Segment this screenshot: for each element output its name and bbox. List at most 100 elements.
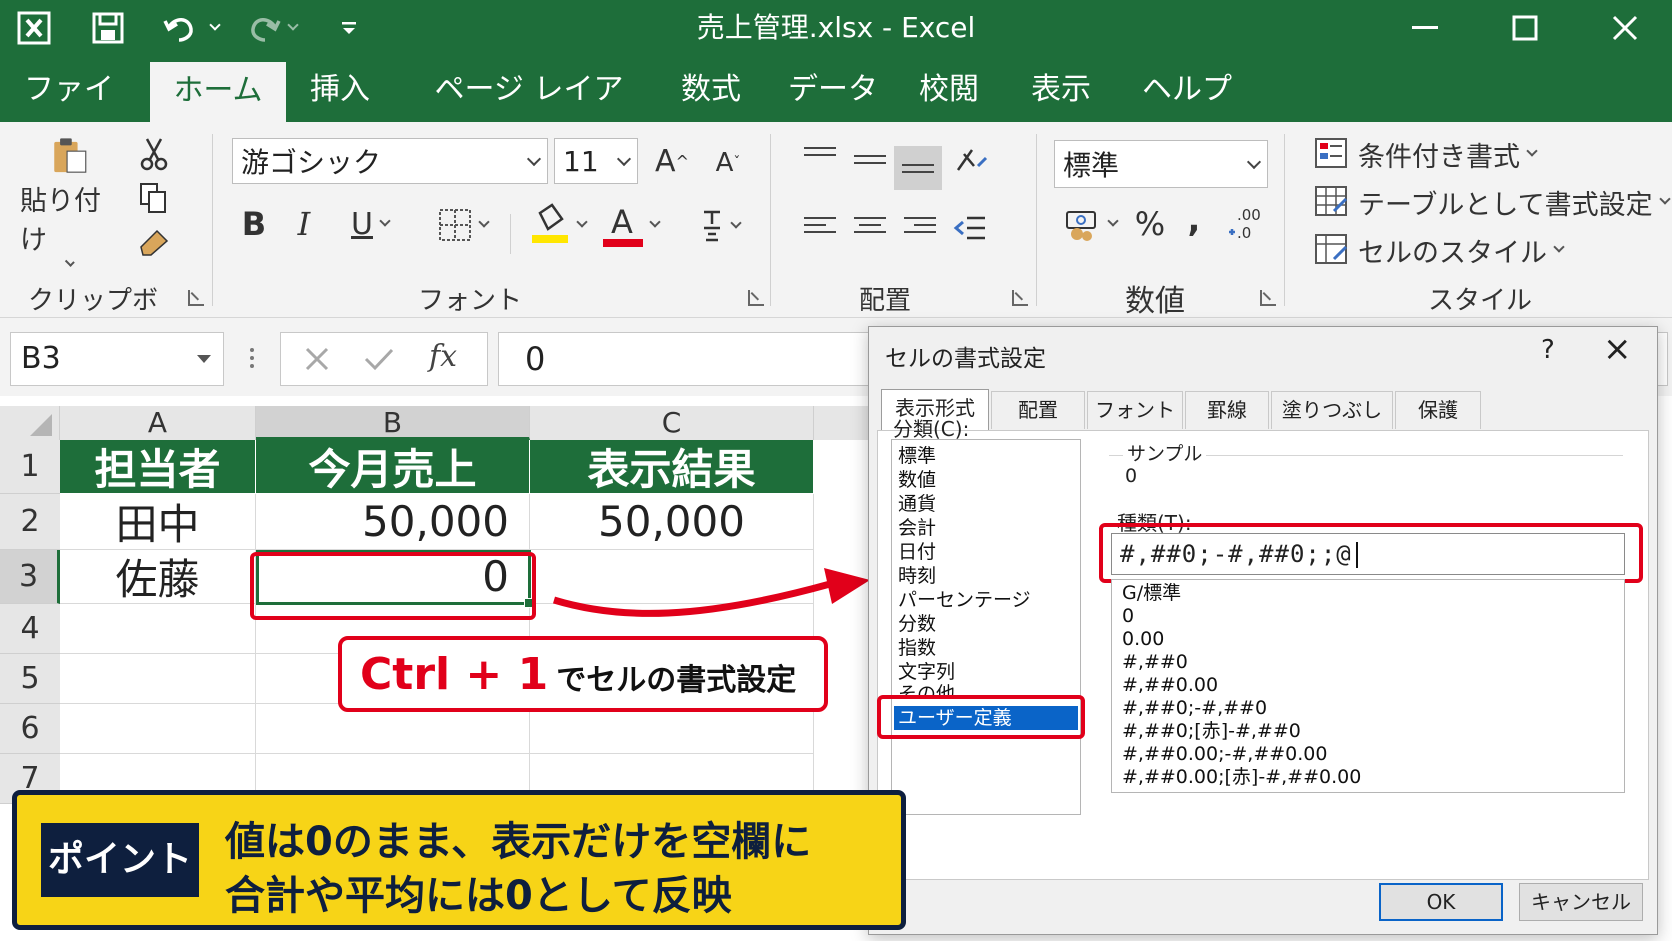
bold-button[interactable]: B <box>236 202 272 246</box>
close-window-button[interactable] <box>1598 6 1652 50</box>
align-left-button[interactable] <box>800 208 840 248</box>
align-center-button[interactable] <box>850 208 890 248</box>
cell-b2[interactable]: 50,000 <box>256 494 530 550</box>
paste-button[interactable]: 貼り付け <box>20 136 120 267</box>
underline-button[interactable]: U <box>340 202 400 246</box>
row-header-6[interactable]: 6 <box>0 704 60 754</box>
italic-button[interactable]: I <box>286 202 322 246</box>
percent-style-button[interactable]: % <box>1130 202 1170 246</box>
number-format-combo[interactable]: 標準 <box>1054 140 1268 188</box>
category-item[interactable]: 時刻 <box>898 564 936 588</box>
tab-review[interactable]: 校閲 <box>916 58 982 122</box>
category-item[interactable]: 数値 <box>898 468 936 492</box>
fill-color-button[interactable] <box>524 200 592 250</box>
format-item[interactable]: #,##0.00;[赤]-#,##0.00 <box>1122 766 1361 789</box>
category-item[interactable]: パーセンテージ <box>898 588 1031 612</box>
tab-help[interactable]: ヘルプ <box>1140 58 1234 122</box>
cell-a5[interactable] <box>60 654 256 704</box>
accounting-format-button[interactable] <box>1058 202 1124 246</box>
minimize-button[interactable] <box>1398 6 1452 50</box>
format-item[interactable]: G/標準 <box>1122 582 1181 605</box>
cell-c2[interactable]: 50,000 <box>530 494 814 550</box>
category-item[interactable]: 日付 <box>898 540 936 564</box>
clipboard-launcher-icon[interactable] <box>188 290 204 306</box>
font-name-combo[interactable]: 游ゴシック <box>232 138 548 184</box>
category-list[interactable]: 標準 数値 通貨 会計 日付 時刻 パーセンテージ 分数 指数 文字列 その他 … <box>891 439 1081 815</box>
tab-alignment[interactable]: 配置 <box>991 391 1085 429</box>
decrease-indent-button[interactable] <box>950 208 990 248</box>
category-item[interactable]: 指数 <box>898 636 936 660</box>
align-middle-button[interactable] <box>850 142 890 182</box>
dialog-close-button[interactable]: × <box>1603 329 1632 369</box>
category-item[interactable]: 会計 <box>898 516 936 540</box>
format-item[interactable]: #,##0;[赤]-#,##0 <box>1122 720 1301 743</box>
row-header-3[interactable]: 3 <box>0 550 60 604</box>
cut-icon[interactable] <box>134 134 174 174</box>
row-header-5[interactable]: 5 <box>0 654 60 704</box>
align-right-button[interactable] <box>900 208 940 248</box>
select-all-corner[interactable] <box>0 406 60 440</box>
cell-a6[interactable] <box>60 704 256 754</box>
tab-file[interactable]: ファイル <box>14 58 124 171</box>
row-header-4[interactable]: 4 <box>0 604 60 654</box>
confirm-entry-icon[interactable] <box>363 345 395 377</box>
grow-font-button[interactable]: A ^ <box>652 140 692 182</box>
cell-styles-button[interactable]: セルのスタイル <box>1314 230 1565 270</box>
tab-formulas[interactable]: 数式 <box>674 58 748 122</box>
comma-style-button[interactable]: , <box>1178 198 1210 242</box>
text-orientation-button[interactable] <box>950 140 994 180</box>
tab-insert[interactable]: 挿入 <box>300 58 380 122</box>
cancel-button[interactable]: キャンセル <box>1519 883 1643 921</box>
align-bottom-button[interactable] <box>894 146 942 190</box>
phonetic-guide-button[interactable] <box>690 204 750 248</box>
maximize-button[interactable] <box>1498 6 1552 50</box>
tab-protection[interactable]: 保護 <box>1395 391 1481 429</box>
column-header-b[interactable]: B <box>256 406 530 440</box>
format-painter-icon[interactable] <box>134 222 174 262</box>
format-item[interactable]: #,##0;-#,##0 <box>1122 697 1267 720</box>
tab-font[interactable]: フォント <box>1087 391 1183 429</box>
format-item[interactable]: 0.00 <box>1122 628 1164 651</box>
category-item[interactable]: 標準 <box>898 444 936 468</box>
align-top-button[interactable] <box>800 138 840 178</box>
insert-function-icon[interactable]: fx <box>429 339 457 374</box>
cell-a1[interactable]: 担当者 <box>60 440 256 494</box>
font-launcher-icon[interactable] <box>748 290 764 306</box>
tab-data[interactable]: データ <box>786 58 880 122</box>
format-list[interactable]: G/標準 0 0.00 #,##0 #,##0.00 #,##0;-#,##0 … <box>1111 579 1625 793</box>
format-item[interactable]: #,##0.00;-#,##0.00 <box>1122 743 1327 766</box>
category-item[interactable]: 文字列 <box>898 660 955 684</box>
column-header-a[interactable]: A <box>60 406 256 440</box>
cancel-entry-icon[interactable] <box>303 345 331 377</box>
category-item[interactable]: 分数 <box>898 612 936 636</box>
tab-home[interactable]: ホーム <box>150 62 286 122</box>
tab-border[interactable]: 罫線 <box>1185 391 1269 429</box>
font-size-combo[interactable]: 11 <box>554 138 638 184</box>
copy-icon[interactable] <box>134 178 174 218</box>
shrink-font-button[interactable]: Aˇ <box>708 144 748 182</box>
cell-c1[interactable]: 表示結果 <box>530 440 814 494</box>
name-box[interactable]: B3 <box>10 332 224 386</box>
font-color-button[interactable]: A <box>596 200 666 250</box>
column-header-c[interactable]: C <box>530 406 814 440</box>
alignment-launcher-icon[interactable] <box>1012 290 1028 306</box>
tab-fill[interactable]: 塗りつぶし <box>1271 391 1393 429</box>
format-item[interactable]: #,##0.00 <box>1122 674 1218 697</box>
category-item[interactable]: 通貨 <box>898 492 936 516</box>
tab-view[interactable]: 表示 <box>1028 58 1094 122</box>
help-button[interactable]: ? <box>1541 335 1555 365</box>
row-header-2[interactable]: 2 <box>0 494 60 550</box>
border-button[interactable] <box>430 204 496 246</box>
tab-page-layout[interactable]: ページ レイアウト <box>420 58 638 171</box>
row-header-1[interactable]: 1 <box>0 440 60 494</box>
increase-decimal-button[interactable]: .00.0 <box>1222 200 1272 248</box>
format-item[interactable]: #,##0 <box>1122 651 1188 674</box>
format-as-table-button[interactable]: テーブルとして書式設定 <box>1314 182 1671 222</box>
conditional-formatting-button[interactable]: 条件付き書式 <box>1314 134 1538 174</box>
category-item[interactable]: その他 <box>898 682 955 696</box>
cell-a2[interactable]: 田中 <box>60 494 256 550</box>
format-item[interactable]: 0 <box>1122 605 1134 628</box>
ok-button[interactable]: OK <box>1379 883 1503 921</box>
number-launcher-icon[interactable] <box>1260 290 1276 306</box>
cell-a4[interactable] <box>60 604 256 654</box>
